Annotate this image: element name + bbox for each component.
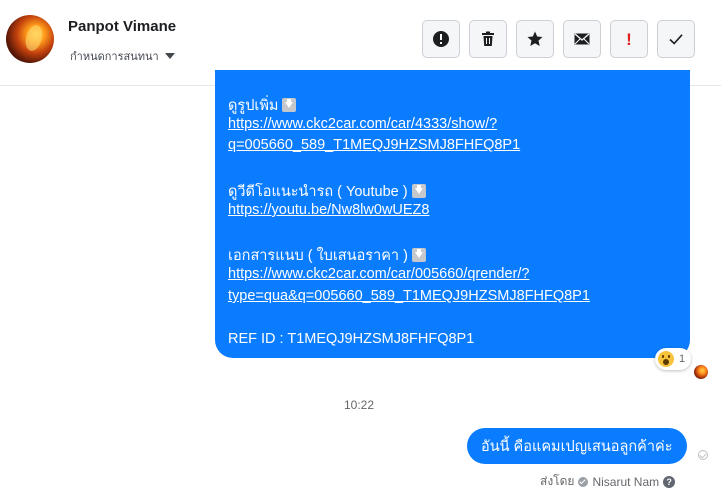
- wow-emoji-icon: [658, 351, 674, 367]
- flag-important-button[interactable]: !: [610, 20, 648, 58]
- check-icon: [669, 34, 683, 45]
- sent-by-name: Nisarut Nam: [592, 474, 660, 489]
- mark-spam-button[interactable]: [422, 20, 460, 58]
- message-bubble-outgoing[interactable]: ดูรูปเพิ่ม https://www.ckc2car.com/car/4…: [215, 70, 690, 358]
- star-icon: [527, 31, 543, 46]
- photos-label: ดูรูปเพิ่ม: [228, 98, 279, 114]
- help-icon[interactable]: ?: [663, 475, 676, 488]
- contact-name[interactable]: Panpot Vimane: [68, 18, 176, 35]
- sent-check-icon: [698, 450, 708, 460]
- down-arrow-icon: [411, 184, 426, 198]
- mark-unread-button[interactable]: [563, 20, 601, 58]
- caret-down-icon: [164, 53, 175, 59]
- message-timestamp: 10:22: [344, 398, 375, 412]
- exclamation-circle-icon: [433, 31, 449, 47]
- delete-button[interactable]: [469, 20, 507, 58]
- photos-line: ดูรูปเพิ่ม: [228, 94, 297, 117]
- red-exclamation-icon: !: [626, 29, 632, 49]
- video-link[interactable]: https://youtu.be/Nw8lw0wUEZ8: [228, 202, 429, 218]
- photos-link-cont[interactable]: q=005660_589_T1MEQJ9HZSMJ8FHFQ8P1: [228, 137, 520, 153]
- sent-by-prefix: ส่งโดย: [540, 474, 575, 488]
- video-line: ดูวีดีโอแนะนำรถ ( Youtube ): [228, 180, 426, 203]
- document-link-cont[interactable]: type=qua&q=005660_589_T1MEQJ9HZSMJ8FHFQ8…: [228, 288, 590, 304]
- verified-check-icon: [578, 476, 589, 487]
- photos-link[interactable]: https://www.ckc2car.com/car/4333/show/?: [228, 116, 497, 132]
- sent-by-line: ส่งโดย Nisarut Nam ?: [540, 472, 676, 491]
- video-label: ดูวีดีโอแนะนำรถ ( Youtube ): [228, 184, 408, 200]
- mark-done-button[interactable]: [657, 20, 695, 58]
- seen-avatar: [694, 365, 708, 379]
- reaction-count: 1: [679, 353, 686, 365]
- assign-label: กำหนดการสนทนา: [70, 51, 159, 63]
- down-arrow-icon: [411, 248, 426, 262]
- document-label: เอกสารแนบ ( ใบเสนอราคา ): [228, 248, 408, 264]
- down-arrow-icon: [282, 98, 297, 112]
- conversation-assign-dropdown[interactable]: กำหนดการสนทนา: [70, 47, 175, 65]
- ref-id-text: REF ID : T1MEQJ9HZSMJ8FHFQ8P1: [228, 331, 475, 347]
- star-button[interactable]: [516, 20, 554, 58]
- action-toolbar: !: [422, 20, 695, 58]
- contact-avatar[interactable]: [6, 15, 54, 63]
- envelope-icon: [574, 33, 590, 45]
- document-link[interactable]: https://www.ckc2car.com/car/005660/qrend…: [228, 266, 529, 282]
- trash-icon: [482, 31, 494, 46]
- message-reaction[interactable]: 1: [655, 348, 692, 370]
- message-bubble-outgoing-short[interactable]: อันนี้ คือแคมเปญเสนอลูกค้าค่ะ: [467, 428, 687, 464]
- document-line: เอกสารแนบ ( ใบเสนอราคา ): [228, 244, 426, 267]
